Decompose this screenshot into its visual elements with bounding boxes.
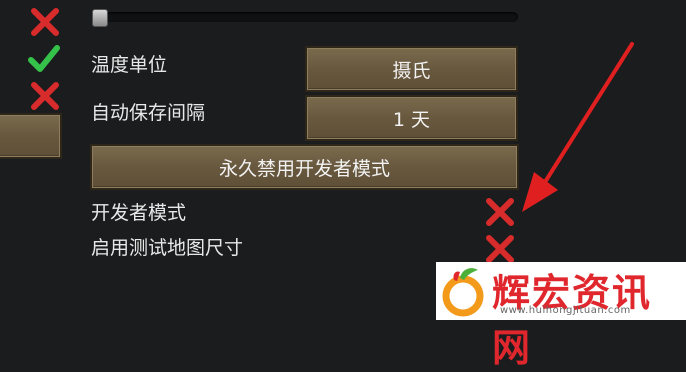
watermark-title: 辉宏资讯网 xyxy=(492,271,653,370)
disable-dev-mode-button[interactable]: 永久禁用开发者模式 xyxy=(90,144,519,190)
test-map-sizes-label: 启用测试地图尺寸 xyxy=(91,237,244,259)
slider-track[interactable] xyxy=(92,12,518,22)
slider-thumb[interactable] xyxy=(92,9,108,27)
test-map-sizes-toggle-x-icon[interactable] xyxy=(484,233,516,265)
annotation-arrow-icon xyxy=(510,40,640,224)
watermark-url: www.huihongjituan.com xyxy=(500,305,631,316)
autosave-interval-button[interactable]: 1 天 xyxy=(305,95,518,141)
left-partial-button[interactable] xyxy=(0,113,62,159)
temperature-unit-button[interactable]: 摄氏 xyxy=(305,46,518,92)
toggle-off-x-icon[interactable] xyxy=(29,80,61,112)
autosave-interval-label: 自动保存间隔 xyxy=(91,102,206,124)
watermark-logo-icon xyxy=(440,266,486,322)
toggle-on-check-icon[interactable] xyxy=(27,43,61,75)
developer-mode-label: 开发者模式 xyxy=(91,202,187,224)
toggle-off-x-icon[interactable] xyxy=(29,6,61,38)
temperature-unit-label: 温度单位 xyxy=(91,54,168,76)
